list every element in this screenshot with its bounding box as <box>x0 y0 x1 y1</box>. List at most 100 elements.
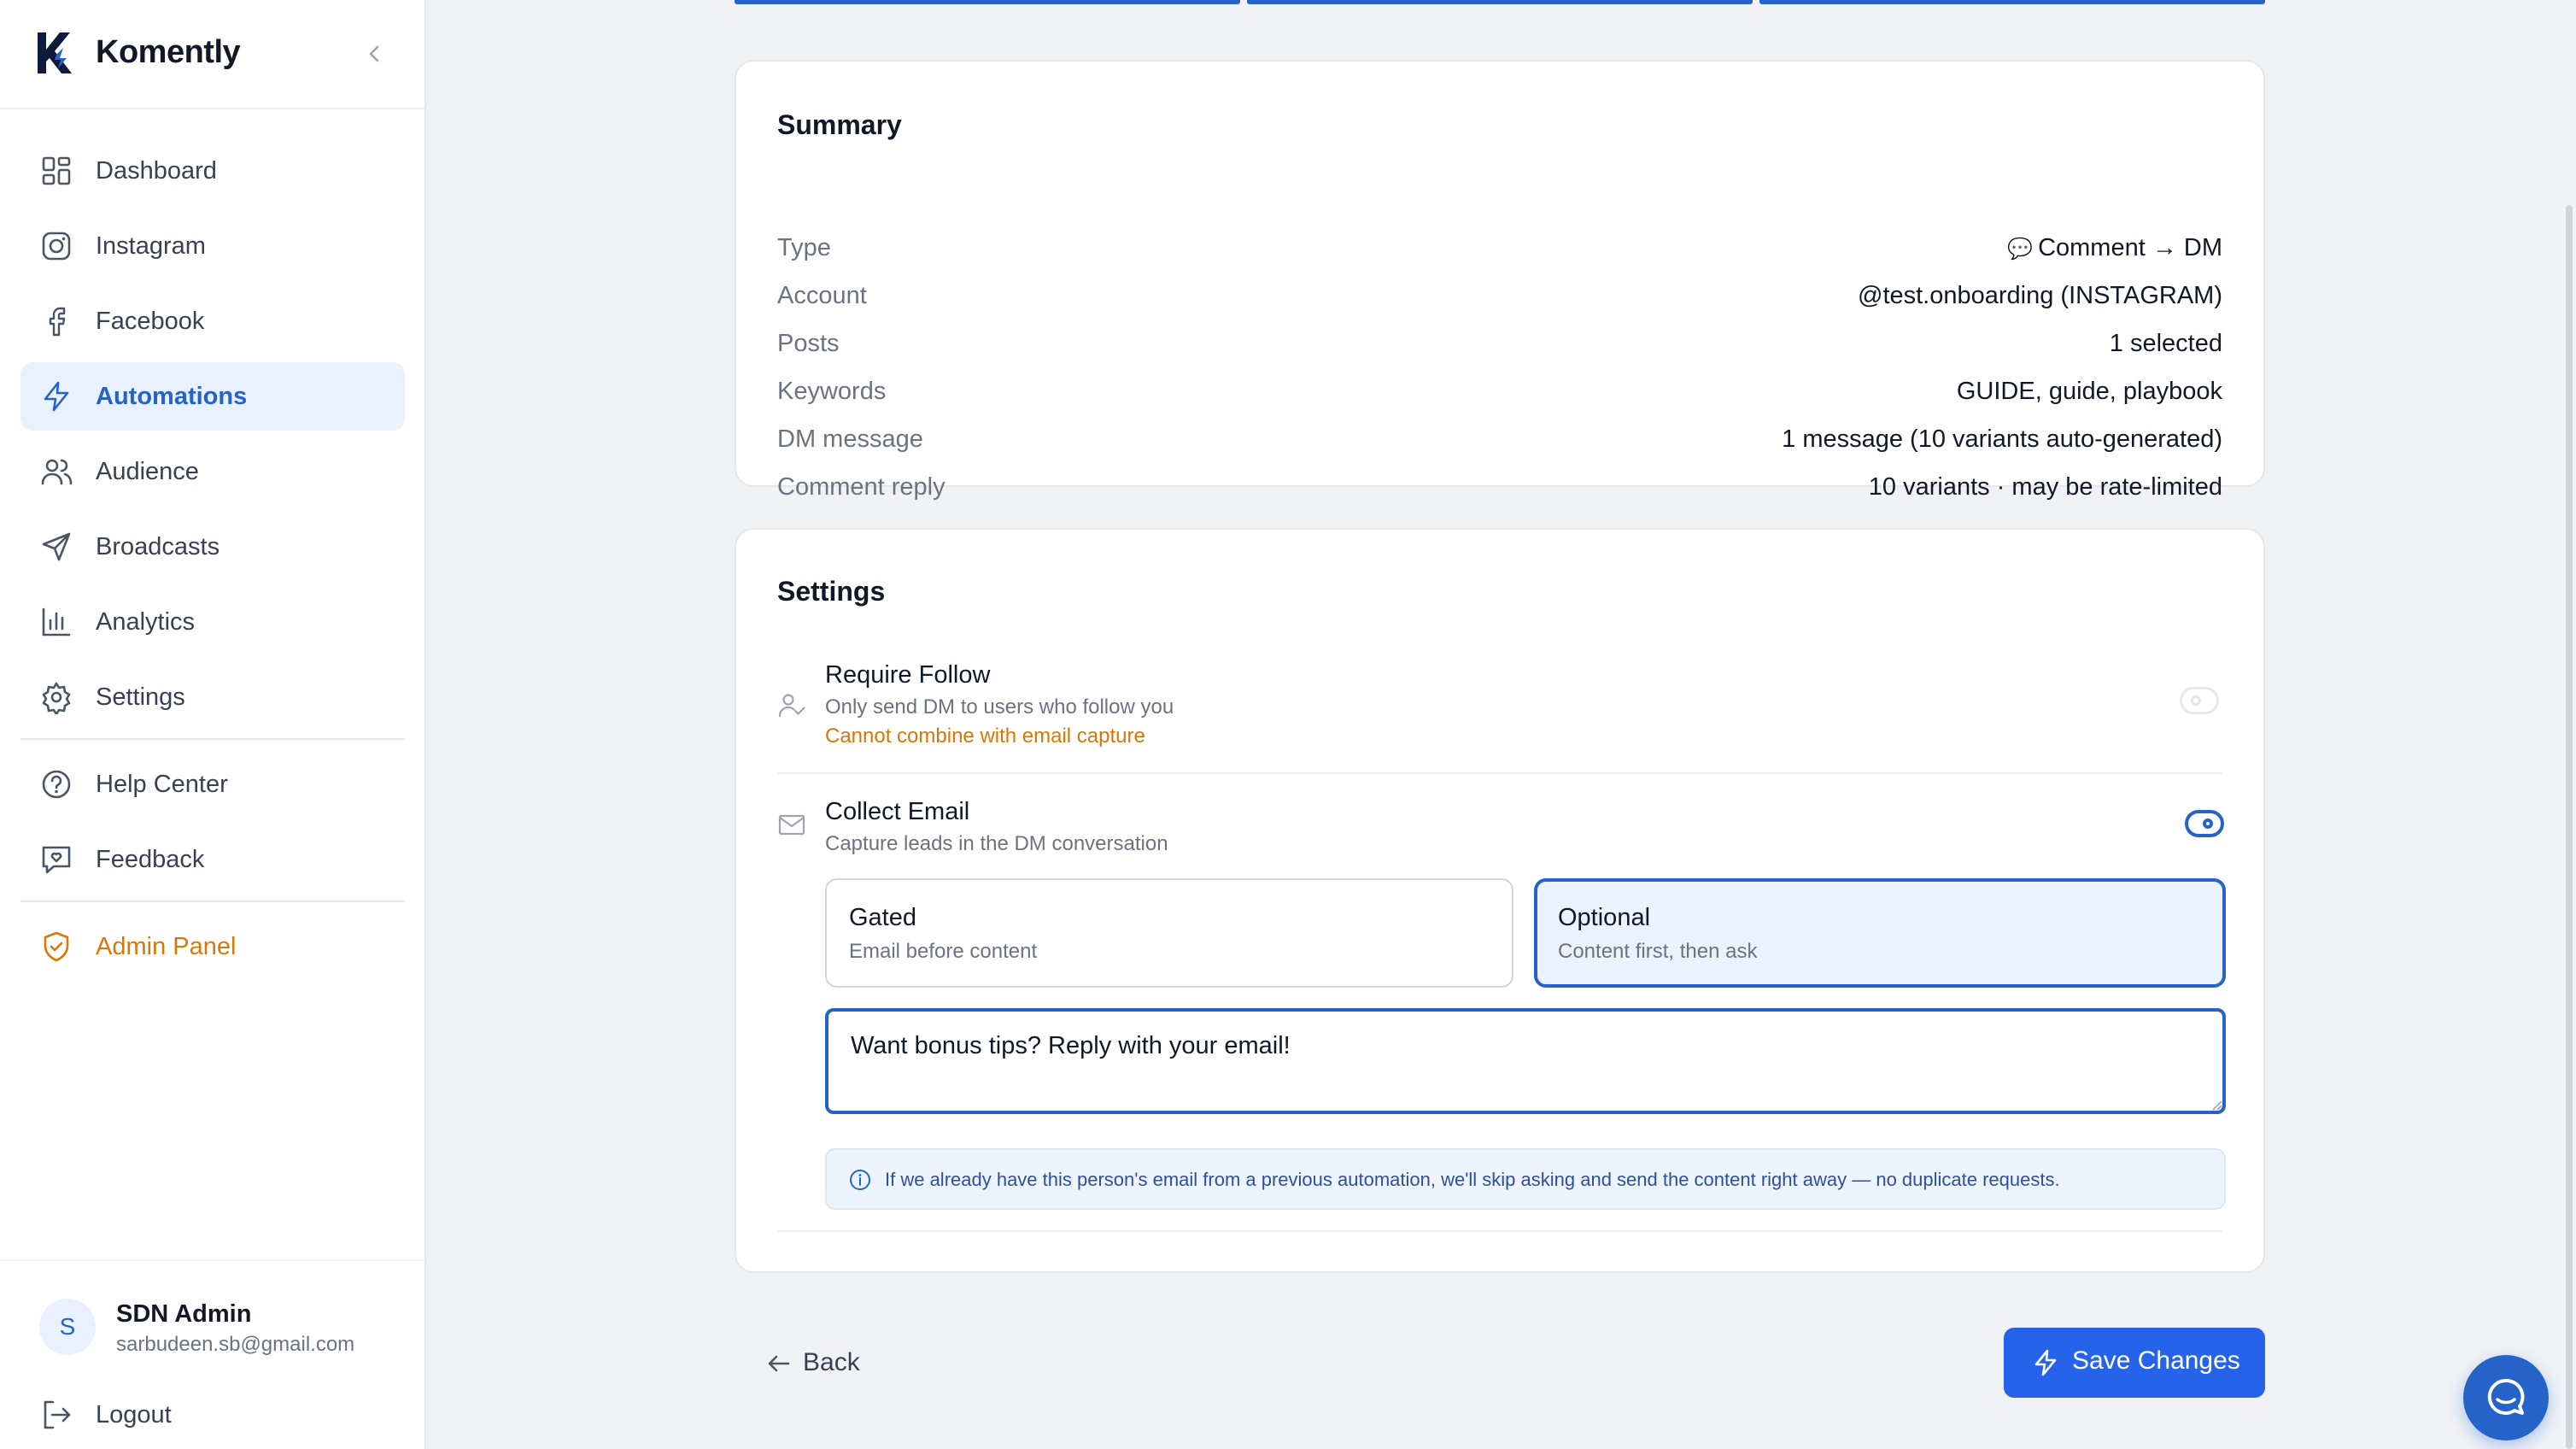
toggle-knob <box>2191 695 2201 706</box>
lightning-icon <box>2034 1349 2057 1376</box>
sidebar-item-label: Feedback <box>96 846 205 873</box>
chat-support-button[interactable] <box>2463 1355 2549 1440</box>
sidebar: Komently Dashboard Instagram Facebook Au… <box>0 0 426 1449</box>
mail-icon <box>778 814 805 836</box>
instagram-icon <box>42 232 71 261</box>
sidebar-item-help-center[interactable]: Help Center <box>20 750 405 818</box>
summary-value: 💬 Comment → DM <box>2007 229 2222 268</box>
require-follow-toggle[interactable] <box>2180 687 2219 714</box>
info-callout: If we already have this person's email f… <box>825 1148 2226 1210</box>
sidebar-item-audience[interactable]: Audience <box>20 437 405 506</box>
require-follow-title: Require Follow <box>825 661 991 689</box>
require-follow-warning: Cannot combine with email capture <box>825 724 1145 748</box>
user-name: SDN Admin <box>116 1300 252 1328</box>
summary-row-type: Type 💬 Comment → DM <box>777 229 2222 267</box>
sidebar-item-label: Automations <box>96 383 248 410</box>
summary-row-account: Account @test.onboarding (INSTAGRAM) <box>777 277 2222 314</box>
sidebar-item-label: Help Center <box>96 771 228 798</box>
collect-email-toggle[interactable] <box>2185 810 2224 837</box>
email-mode-gated[interactable]: Gated Email before content <box>825 878 1513 988</box>
save-changes-button[interactable]: Save Changes <box>2004 1328 2265 1398</box>
row-divider <box>777 1230 2222 1232</box>
collect-email-description: Capture leads in the DM conversation <box>825 832 1168 855</box>
sidebar-item-label: Broadcasts <box>96 533 220 560</box>
summary-row-posts: Posts 1 selected <box>777 325 2222 362</box>
step-progress-bars <box>735 0 2265 5</box>
option-description: Content first, then ask <box>1558 940 1758 963</box>
user-check-icon <box>778 694 805 718</box>
user-email: sarbudeen.sb@gmail.com <box>116 1333 355 1356</box>
summary-value-text: Comment → DM <box>2038 234 2222 261</box>
summary-value: 1 message (10 variants auto-generated) <box>1782 425 2222 453</box>
info-icon <box>850 1170 870 1190</box>
sidebar-item-dashboard[interactable]: Dashboard <box>20 137 405 205</box>
progress-step-1 <box>735 0 1240 4</box>
sidebar-item-label: Settings <box>96 683 185 711</box>
feedback-icon <box>42 846 71 874</box>
require-follow-setting: Require Follow Only send DM to users who… <box>777 661 2222 764</box>
facebook-icon <box>49 307 66 337</box>
summary-key: DM message <box>777 425 923 453</box>
sidebar-item-feedback[interactable]: Feedback <box>20 825 405 894</box>
back-label: Back <box>803 1348 860 1376</box>
send-icon <box>42 532 71 561</box>
lightning-icon <box>44 381 69 412</box>
summary-key: Keywords <box>777 378 887 405</box>
option-title: Optional <box>1558 904 1651 931</box>
email-ask-message-input[interactable]: Want bonus tips? Reply with your email! <box>825 1008 2226 1114</box>
sidebar-item-admin-panel[interactable]: Admin Panel <box>20 912 405 981</box>
speech-bubble-icon: 💬 <box>2007 238 2034 261</box>
save-label: Save Changes <box>2072 1346 2240 1375</box>
app-name: Komently <box>96 34 241 70</box>
sidebar-item-broadcasts[interactable]: Broadcasts <box>20 513 405 581</box>
summary-value: GUIDE, guide, playbook <box>1956 378 2222 405</box>
gear-icon <box>42 682 71 714</box>
option-title: Gated <box>849 904 916 931</box>
sidebar-item-label: Admin Panel <box>96 933 237 960</box>
scrollbar-thumb[interactable] <box>2566 205 2573 1449</box>
resize-handle-icon[interactable] <box>2210 1099 2222 1111</box>
sidebar-item-label: Audience <box>96 458 199 485</box>
summary-value: 1 selected <box>2109 330 2222 357</box>
nav-divider <box>20 900 405 902</box>
summary-title: Summary <box>777 109 902 140</box>
row-divider <box>777 772 2222 774</box>
summary-row-dm-message: DM message 1 message (10 variants auto-g… <box>777 420 2222 458</box>
brand-header: Komently <box>0 0 424 109</box>
main-nav: Dashboard Instagram Facebook Automations… <box>20 137 405 988</box>
info-text: If we already have this person's email f… <box>885 1169 2060 1190</box>
collapse-sidebar-chevron-left-icon[interactable] <box>360 39 389 68</box>
sidebar-item-settings[interactable]: Settings <box>20 663 405 731</box>
settings-card: Settings Require Follow Only send DM to … <box>735 528 2265 1273</box>
progress-step-2 <box>1247 0 1753 4</box>
summary-value: @test.onboarding (INSTAGRAM) <box>1858 282 2222 309</box>
sidebar-item-label: Dashboard <box>96 157 217 185</box>
chat-bubble-icon <box>2487 1378 2525 1415</box>
shield-icon <box>44 931 69 962</box>
sidebar-item-facebook[interactable]: Facebook <box>20 287 405 355</box>
bar-chart-icon <box>42 607 71 637</box>
collect-email-setting: Collect Email Capture leads in the DM co… <box>777 798 2224 866</box>
sidebar-item-automations[interactable]: Automations <box>20 362 405 431</box>
user-profile: S SDN Admin sarbudeen.sb@gmail.com Logou… <box>0 1259 424 1449</box>
arrow-left-icon <box>768 1355 790 1372</box>
option-description: Email before content <box>849 940 1038 963</box>
help-circle-icon <box>42 770 71 799</box>
sidebar-item-label: Analytics <box>96 608 196 636</box>
avatar[interactable]: S <box>39 1299 96 1355</box>
progress-step-3 <box>1759 0 2265 4</box>
summary-row-comment-reply: Comment reply 10 variants · may be rate-… <box>777 468 2222 506</box>
summary-key: Comment reply <box>777 473 946 501</box>
email-mode-optional[interactable]: Optional Content first, then ask <box>1534 878 2226 988</box>
logout-button[interactable]: Logout <box>20 1389 405 1444</box>
dashboard-icon <box>42 156 71 185</box>
sidebar-item-instagram[interactable]: Instagram <box>20 212 405 280</box>
komently-logo-icon <box>38 32 72 73</box>
logout-label: Logout <box>96 1401 172 1428</box>
summary-key: Account <box>777 282 867 309</box>
sidebar-item-analytics[interactable]: Analytics <box>20 588 405 656</box>
logout-icon <box>44 1400 71 1429</box>
collect-email-title: Collect Email <box>825 798 970 825</box>
require-follow-description: Only send DM to users who follow you <box>825 695 1174 719</box>
summary-value: 10 variants · may be rate-limited <box>1868 473 2222 501</box>
